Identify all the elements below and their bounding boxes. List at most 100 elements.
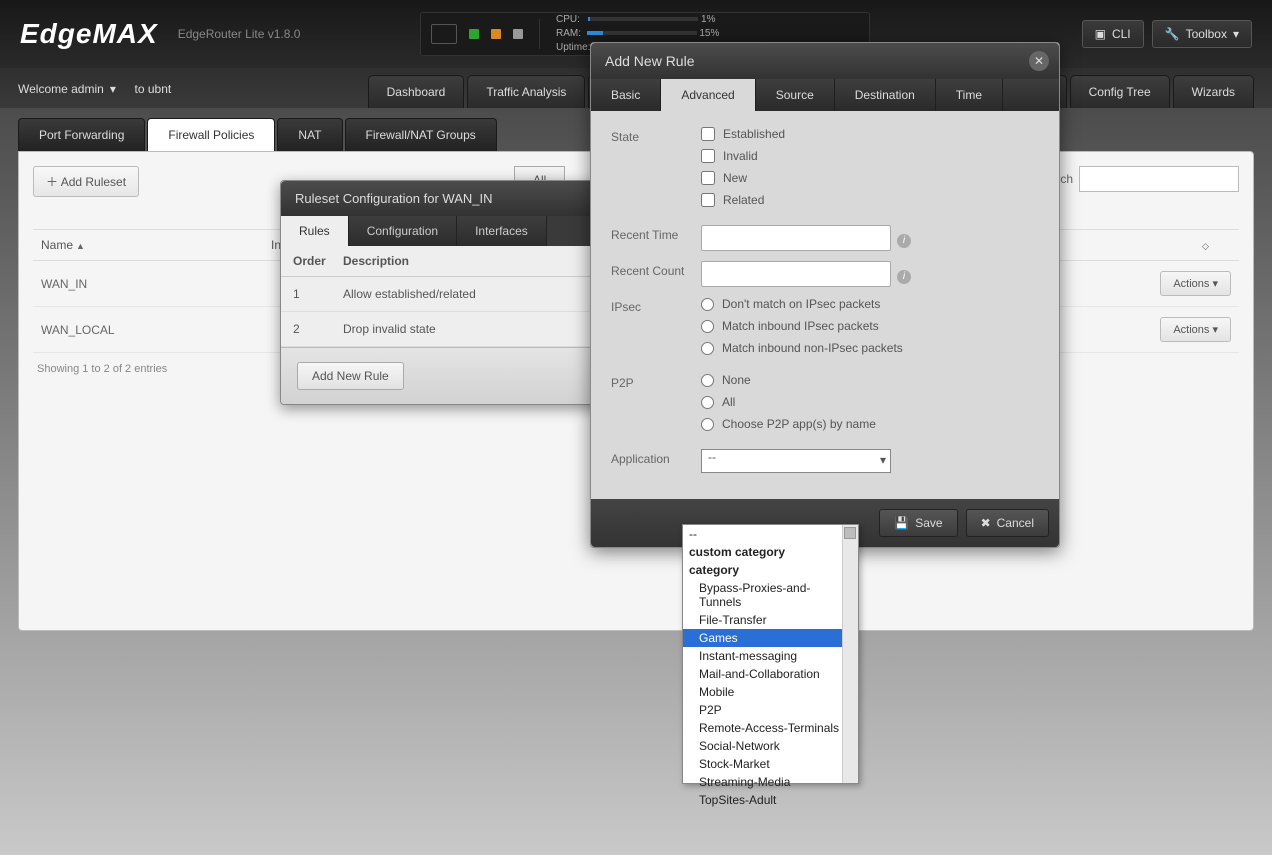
application-label: Application bbox=[611, 449, 701, 466]
dropdown-item[interactable]: Remote-Access-Terminals bbox=[683, 719, 858, 737]
save-icon: 💾 bbox=[894, 516, 909, 530]
ipsec-option[interactable]: Match inbound non-IPsec packets bbox=[701, 341, 1039, 355]
nav-tab-config-tree[interactable]: Config Tree bbox=[1070, 75, 1170, 108]
p2p-option[interactable]: None bbox=[701, 373, 1039, 387]
col-description: Description bbox=[343, 254, 409, 268]
radio[interactable] bbox=[701, 418, 714, 431]
rule-tab-time[interactable]: Time bbox=[936, 79, 1003, 111]
rule-tab-basic[interactable]: Basic bbox=[591, 79, 661, 111]
ruleset-tab-interfaces[interactable]: Interfaces bbox=[457, 216, 547, 246]
nav-tab-dashboard[interactable]: Dashboard bbox=[368, 75, 465, 108]
add-new-rule-button[interactable]: Add New Rule bbox=[297, 362, 404, 390]
rule-desc: Drop invalid state bbox=[343, 322, 436, 336]
chevron-down-icon[interactable]: ▾ bbox=[110, 82, 116, 96]
rule-modal-title: Add New Rule bbox=[605, 53, 695, 69]
save-button[interactable]: 💾Save bbox=[879, 509, 957, 537]
nav-tab-traffic-analysis[interactable]: Traffic Analysis bbox=[467, 75, 585, 108]
search-input[interactable] bbox=[1079, 166, 1239, 192]
dropdown-item[interactable]: Social-Network bbox=[683, 737, 858, 755]
application-dropdown[interactable]: -- custom category category Bypass-Proxi… bbox=[682, 524, 859, 784]
subtab-firewall-nat-groups[interactable]: Firewall/NAT Groups bbox=[345, 118, 497, 151]
checkbox[interactable] bbox=[701, 149, 715, 163]
state-option[interactable]: Established bbox=[701, 127, 1039, 141]
dropdown-item[interactable]: Games bbox=[683, 629, 858, 647]
recent-count-input[interactable] bbox=[701, 261, 891, 287]
ipsec-label: IPsec bbox=[611, 297, 701, 314]
add-ruleset-button[interactable]: ＋ Add Ruleset bbox=[33, 166, 139, 197]
actions-button[interactable]: Actions ▾ bbox=[1160, 271, 1231, 296]
dropdown-item[interactable]: File-Transfer bbox=[683, 611, 858, 629]
col-name[interactable]: Name bbox=[41, 238, 73, 252]
ruleset-tab-rules[interactable]: Rules bbox=[281, 216, 349, 246]
state-option[interactable]: Related bbox=[701, 193, 1039, 207]
toolbox-button[interactable]: 🔧Toolbox ▾ bbox=[1152, 20, 1252, 48]
application-select[interactable]: --▾ bbox=[701, 449, 891, 473]
subtab-port-forwarding[interactable]: Port Forwarding bbox=[18, 118, 145, 151]
welcome-to: to ubnt bbox=[135, 82, 172, 96]
dropdown-group: category bbox=[683, 561, 858, 579]
dropdown-item[interactable]: Mobile bbox=[683, 683, 858, 701]
dropdown-item[interactable]: Stock-Market bbox=[683, 755, 858, 773]
checkbox[interactable] bbox=[701, 127, 715, 141]
radio[interactable] bbox=[701, 396, 714, 409]
cancel-button[interactable]: ✖Cancel bbox=[966, 509, 1049, 537]
dropdown-item[interactable]: Bypass-Proxies-and-Tunnels bbox=[683, 579, 858, 611]
radio[interactable] bbox=[701, 320, 714, 333]
radio[interactable] bbox=[701, 298, 714, 311]
ruleset-modal-title: Ruleset Configuration for WAN_IN bbox=[295, 191, 493, 206]
dropdown-item[interactable]: Instant-messaging bbox=[683, 647, 858, 665]
state-option[interactable]: Invalid bbox=[701, 149, 1039, 163]
rule-tab-source[interactable]: Source bbox=[756, 79, 835, 111]
brand-logo: EdgeMAX bbox=[20, 18, 158, 49]
cpu-label: CPU: bbox=[556, 14, 580, 25]
state-option[interactable]: New bbox=[701, 171, 1039, 185]
welcome-text: Welcome admin bbox=[18, 82, 104, 96]
actions-button[interactable]: Actions ▾ bbox=[1160, 317, 1231, 342]
add-rule-modal: Add New Rule ✕ BasicAdvancedSourceDestin… bbox=[590, 42, 1060, 548]
p2p-option[interactable]: All bbox=[701, 395, 1039, 409]
info-icon: i bbox=[897, 270, 911, 284]
ram-pct: 15% bbox=[699, 28, 719, 39]
radio[interactable] bbox=[701, 342, 714, 355]
terminal-icon: ▣ bbox=[1095, 27, 1106, 41]
dropdown-item[interactable]: -- bbox=[683, 525, 858, 543]
ram-label: RAM: bbox=[556, 28, 581, 39]
recent-time-input[interactable] bbox=[701, 225, 891, 251]
rule-desc: Allow established/related bbox=[343, 287, 476, 301]
subtab-firewall-policies[interactable]: Firewall Policies bbox=[147, 118, 275, 151]
row-name: WAN_LOCAL bbox=[41, 323, 271, 337]
info-icon: i bbox=[897, 234, 911, 248]
cli-button[interactable]: ▣CLI bbox=[1082, 20, 1144, 48]
recent-time-label: Recent Time bbox=[611, 225, 701, 242]
uptime-label: Uptime: bbox=[556, 42, 590, 53]
radio[interactable] bbox=[701, 374, 714, 387]
checkbox[interactable] bbox=[701, 171, 715, 185]
ipsec-option[interactable]: Match inbound IPsec packets bbox=[701, 319, 1039, 333]
col-order: Order bbox=[293, 254, 343, 268]
ruleset-tab-configuration[interactable]: Configuration bbox=[349, 216, 457, 246]
dropdown-item[interactable]: TopSites-Adult bbox=[683, 791, 858, 809]
rule-tab-destination[interactable]: Destination bbox=[835, 79, 936, 111]
p2p-option[interactable]: Choose P2P app(s) by name bbox=[701, 417, 1039, 431]
port-icon-1 bbox=[469, 29, 479, 39]
checkbox[interactable] bbox=[701, 193, 715, 207]
dropdown-item[interactable]: Mail-and-Collaboration bbox=[683, 665, 858, 683]
rule-order: 1 bbox=[293, 287, 343, 301]
p2p-label: P2P bbox=[611, 373, 701, 390]
rule-tab-advanced[interactable]: Advanced bbox=[661, 79, 755, 111]
port-icon-2 bbox=[491, 29, 501, 39]
chevron-down-icon: ▾ bbox=[1233, 27, 1239, 41]
dropdown-item[interactable]: Streaming-Media bbox=[683, 773, 858, 791]
scrollbar[interactable] bbox=[842, 525, 858, 783]
rule-order: 2 bbox=[293, 322, 343, 336]
cancel-icon: ✖ bbox=[981, 516, 991, 530]
scroll-thumb[interactable] bbox=[844, 527, 856, 539]
dropdown-item[interactable]: P2P bbox=[683, 701, 858, 719]
sort-asc-icon: ▲ bbox=[76, 241, 85, 251]
ipsec-option[interactable]: Don't match on IPsec packets bbox=[701, 297, 1039, 311]
nav-tab-wizards[interactable]: Wizards bbox=[1173, 75, 1254, 108]
close-icon[interactable]: ✕ bbox=[1029, 51, 1049, 71]
dropdown-group: custom category bbox=[683, 543, 858, 561]
subtab-nat[interactable]: NAT bbox=[277, 118, 342, 151]
recent-count-label: Recent Count bbox=[611, 261, 701, 278]
